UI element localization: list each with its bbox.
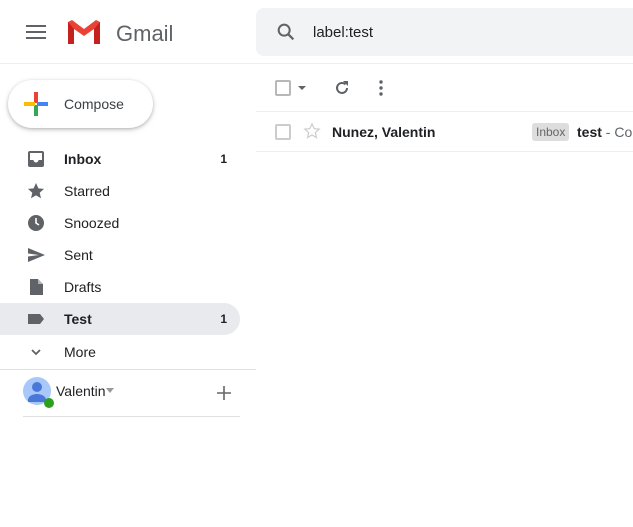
email-checkbox[interactable] bbox=[275, 124, 291, 140]
star-icon bbox=[28, 183, 44, 199]
email-row[interactable]: Nunez, Valentin Inbox test - Co bbox=[256, 111, 633, 152]
email-snippet: - Co bbox=[601, 124, 633, 140]
main-menu-button[interactable] bbox=[26, 25, 46, 39]
hangouts-divider bbox=[23, 416, 240, 417]
sidebar-item-label: Inbox bbox=[64, 151, 102, 167]
more-options-icon[interactable] bbox=[378, 80, 384, 96]
search-input[interactable]: label:test bbox=[313, 24, 373, 41]
email-sender: Nunez, Valentin bbox=[332, 124, 436, 140]
compose-label: Compose bbox=[64, 96, 124, 112]
sidebar-item-drafts[interactable]: Drafts bbox=[0, 271, 240, 303]
chevron-down-icon bbox=[31, 349, 41, 356]
select-all-checkbox[interactable] bbox=[275, 80, 291, 96]
sidebar-item-label: Drafts bbox=[64, 279, 102, 295]
unread-count: 1 bbox=[220, 312, 227, 326]
label-badge[interactable]: Inbox bbox=[532, 123, 570, 141]
label-icon bbox=[28, 314, 44, 324]
sidebar-item-snoozed[interactable]: Snoozed bbox=[0, 207, 240, 239]
add-icon[interactable] bbox=[217, 386, 231, 400]
sidebar-item-label: Test bbox=[64, 311, 92, 327]
plus-icon bbox=[24, 92, 48, 116]
sidebar-item-test[interactable]: Test 1 bbox=[0, 303, 240, 335]
draft-icon bbox=[30, 279, 43, 295]
inbox-icon bbox=[28, 151, 44, 167]
send-icon bbox=[28, 248, 45, 262]
hangouts-user[interactable]: Valentin bbox=[56, 383, 106, 399]
gmail-logo bbox=[68, 20, 100, 44]
sidebar-item-label: Starred bbox=[64, 183, 110, 199]
sidebar-item-label: Snoozed bbox=[64, 215, 120, 231]
sidebar-item-more[interactable]: More bbox=[0, 336, 240, 368]
unread-count: 1 bbox=[220, 152, 227, 166]
search-icon bbox=[277, 23, 295, 41]
sidebar-divider bbox=[0, 369, 256, 370]
search-bar[interactable]: label:test bbox=[256, 8, 633, 56]
header-divider bbox=[0, 63, 633, 64]
sidebar-item-starred[interactable]: Starred bbox=[0, 175, 240, 207]
star-icon[interactable] bbox=[303, 122, 321, 140]
select-dropdown-icon[interactable] bbox=[298, 86, 306, 90]
sidebar-item-label: Sent bbox=[64, 247, 93, 263]
sidebar-item-sent[interactable]: Sent bbox=[0, 239, 240, 271]
app-name: Gmail bbox=[116, 21, 174, 46]
sidebar-item-inbox[interactable]: Inbox 1 bbox=[0, 143, 240, 175]
email-subject: test bbox=[577, 124, 602, 140]
compose-button[interactable]: Compose bbox=[8, 80, 153, 128]
clock-icon bbox=[28, 215, 44, 231]
avatar[interactable] bbox=[23, 377, 55, 409]
refresh-icon[interactable] bbox=[333, 79, 351, 97]
caret-down-icon[interactable] bbox=[106, 388, 114, 393]
sidebar-item-label: More bbox=[64, 344, 96, 360]
